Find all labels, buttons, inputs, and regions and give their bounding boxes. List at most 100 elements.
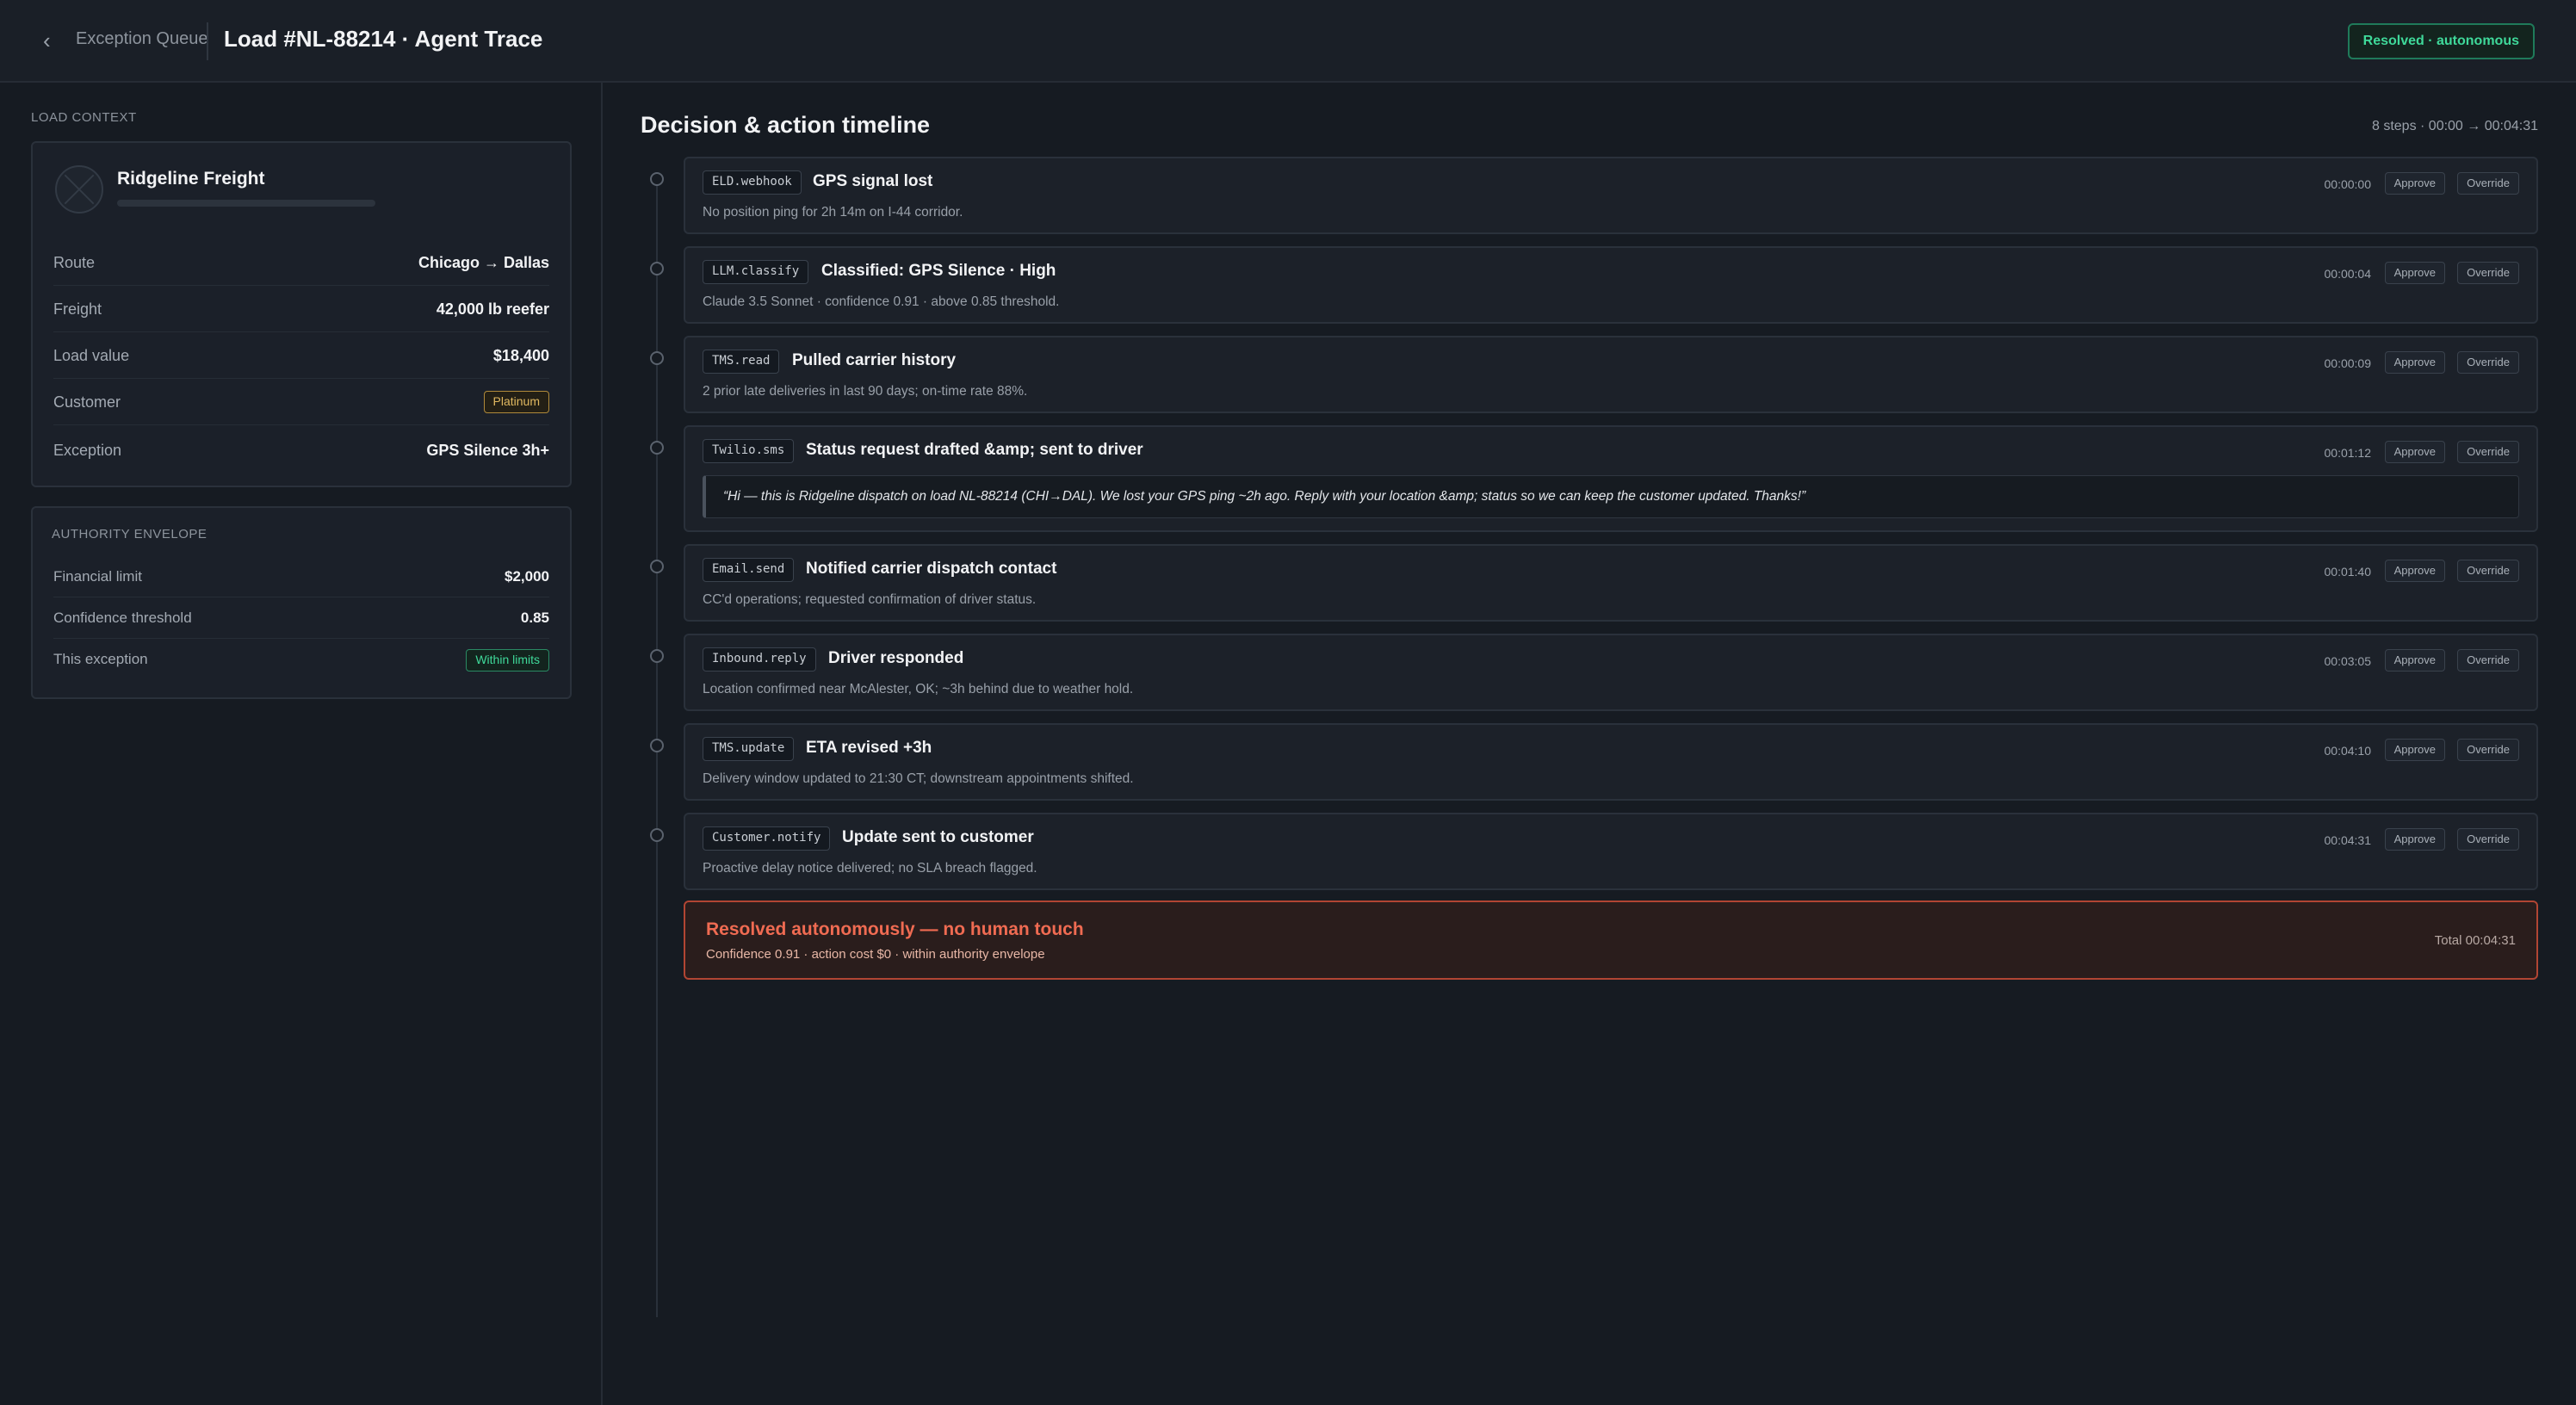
confidence-threshold-row: Confidence threshold 0.85	[53, 597, 549, 639]
step-title: Update sent to customer	[842, 828, 1034, 846]
approve-button[interactable]: Approve	[2384, 262, 2445, 284]
resolution-summary-card: Resolved autonomously — no human touch C…	[684, 901, 2538, 980]
chevron-left-icon[interactable]: ‹	[43, 29, 62, 52]
this-exception-row: This exception Within limits	[53, 639, 549, 680]
load-context-label: LOAD CONTEXT	[31, 110, 137, 125]
override-button[interactable]: Override	[2457, 262, 2519, 284]
carrier-progress-bar	[117, 200, 375, 207]
financial-limit-value: $2,000	[505, 568, 549, 585]
step-timestamp: 00:04:31	[2324, 833, 2372, 847]
timeline-step: Customer.notify Update sent to customer …	[684, 813, 2538, 890]
timeline-node	[650, 172, 664, 186]
tool-tag: Customer.notify	[703, 826, 831, 851]
step-title: ETA revised +3h	[806, 739, 932, 757]
tool-tag: Twilio.sms	[703, 439, 795, 463]
resolution-subtitle: Confidence 0.91 · action cost $0 · withi…	[706, 947, 1045, 962]
step-description: Location confirmed near McAlester, OK; ~…	[703, 682, 1134, 696]
route-label: Route	[53, 254, 96, 271]
timeline-step: Email.send Notified carrier dispatch con…	[684, 544, 2538, 622]
authority-envelope-label: AUTHORITY ENVELOPE	[52, 527, 207, 542]
timeline-step: LLM.classify Classified: GPS Silence · H…	[684, 246, 2538, 324]
timeline-step: TMS.update ETA revised +3h Delivery wind…	[684, 723, 2538, 801]
timeline-node	[650, 560, 664, 573]
tool-tag: TMS.update	[703, 737, 795, 761]
override-button[interactable]: Override	[2457, 441, 2519, 463]
timeline-node	[650, 739, 664, 752]
override-button[interactable]: Override	[2457, 172, 2519, 195]
carrier-avatar	[55, 165, 103, 214]
header-divider	[207, 22, 208, 60]
load-context-panel: LOAD CONTEXT Ridgeline Freight Route Chi…	[0, 83, 603, 1405]
step-timestamp: 00:00:04	[2324, 267, 2372, 281]
tool-tag: ELD.webhook	[703, 170, 802, 195]
step-description: Delivery window updated to 21:30 CT; dow…	[703, 771, 1134, 786]
step-description: Proactive delay notice delivered; no SLA…	[703, 861, 1037, 876]
confidence-threshold-label: Confidence threshold	[53, 610, 192, 626]
freight-value: 42,000 lb reefer	[436, 300, 549, 318]
timeline-meta: 8 steps · 00:00 → 00:04:31	[2371, 119, 2538, 133]
step-title: Driver responded	[828, 649, 964, 667]
approve-button[interactable]: Approve	[2384, 739, 2445, 761]
step-title: Pulled carrier history	[792, 351, 957, 369]
override-button[interactable]: Override	[2457, 560, 2519, 582]
timeline-step: Inbound.reply Driver responded Location …	[684, 634, 2538, 711]
step-description: No position ping for 2h 14m on I-44 corr…	[703, 205, 963, 220]
approve-button[interactable]: Approve	[2384, 351, 2445, 374]
timeline-title: Decision & action timeline	[641, 112, 931, 138]
step-title: Notified carrier dispatch contact	[806, 560, 1057, 578]
timeline-node	[650, 351, 664, 365]
step-timestamp: 00:03:05	[2324, 654, 2372, 668]
timeline-node	[650, 649, 664, 663]
approve-button[interactable]: Approve	[2384, 560, 2445, 582]
route-value: Chicago → Dallas	[418, 254, 549, 271]
step-timestamp: 00:01:40	[2324, 565, 2372, 579]
customer-label: Customer	[53, 393, 121, 411]
top-bar: ‹ Exception Queue Load #NL-88214 · Agent…	[0, 0, 2576, 83]
step-description: CC'd operations; requested confirmation …	[703, 592, 1037, 607]
step-timestamp: 00:04:10	[2324, 744, 2372, 758]
override-button[interactable]: Override	[2457, 828, 2519, 851]
exception-row: Exception GPS Silence 3h+	[53, 427, 549, 473]
freight-label: Freight	[53, 300, 102, 318]
override-button[interactable]: Override	[2457, 739, 2519, 761]
step-timestamp: 00:00:00	[2324, 177, 2372, 191]
customer-row: Customer Platinum	[53, 379, 549, 425]
step-title: GPS signal lost	[813, 172, 933, 190]
timeline-step: TMS.read Pulled carrier history 2 prior …	[684, 336, 2538, 413]
load-value-row: Load value $18,400	[53, 332, 549, 379]
within-limits-badge: Within limits	[466, 649, 549, 672]
step-description: Claude 3.5 Sonnet · confidence 0.91 · ab…	[703, 294, 1060, 309]
load-value-label: Load value	[53, 347, 130, 364]
override-button[interactable]: Override	[2457, 351, 2519, 374]
approve-button[interactable]: Approve	[2384, 828, 2445, 851]
freight-row: Freight 42,000 lb reefer	[53, 286, 549, 332]
exception-value: GPS Silence 3h+	[426, 442, 549, 459]
load-value-value: $18,400	[492, 347, 549, 364]
carrier-avatar-icon	[64, 174, 95, 205]
approve-button[interactable]: Approve	[2384, 649, 2445, 672]
carrier-name: Ridgeline Freight	[117, 169, 265, 189]
financial-limit-label: Financial limit	[53, 568, 142, 585]
step-title: Status request drafted &amp; sent to dri…	[806, 441, 1143, 459]
exception-label: Exception	[53, 442, 122, 459]
step-timestamp: 00:01:12	[2324, 446, 2372, 460]
step-description: 2 prior late deliveries in last 90 days;…	[703, 384, 1028, 399]
override-button[interactable]: Override	[2457, 649, 2519, 672]
customer-tier-badge: Platinum	[483, 391, 549, 413]
approve-button[interactable]: Approve	[2384, 172, 2445, 195]
resolution-title: Resolved autonomously — no human touch	[706, 919, 1084, 939]
tool-tag: TMS.read	[703, 350, 780, 374]
load-context-card: Ridgeline Freight Route Chicago → Dallas…	[31, 141, 572, 487]
step-title: Classified: GPS Silence · High	[821, 262, 1056, 280]
step-timestamp: 00:00:09	[2324, 356, 2372, 370]
timeline-node	[650, 828, 664, 842]
tool-tag: Email.send	[703, 558, 795, 582]
timeline-node	[650, 441, 664, 455]
back-to-exception-queue-link[interactable]: Exception Queue	[76, 29, 207, 49]
financial-limit-row: Financial limit $2,000	[53, 556, 549, 597]
tool-tag: Inbound.reply	[703, 647, 816, 672]
timeline-node	[650, 262, 664, 275]
route-row: Route Chicago → Dallas	[53, 239, 549, 286]
status-badge: Resolved · autonomous	[2347, 23, 2535, 59]
approve-button[interactable]: Approve	[2384, 441, 2445, 463]
